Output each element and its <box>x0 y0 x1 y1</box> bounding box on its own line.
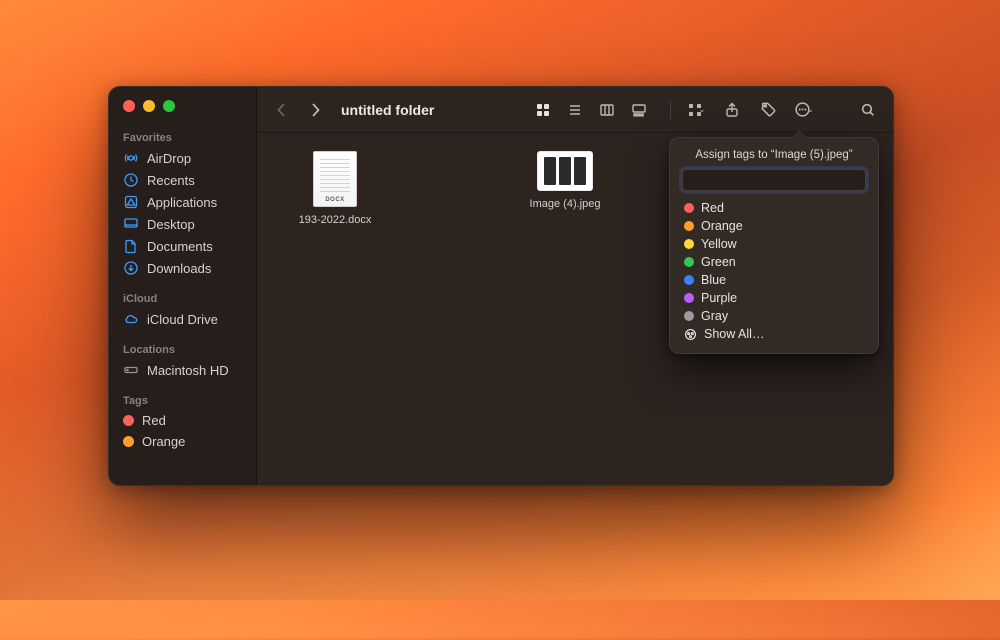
tag-dot-icon <box>684 257 694 267</box>
file-name: 193-2022.docx <box>299 214 372 226</box>
clock-icon <box>123 172 139 188</box>
sidebar-item-label: Red <box>142 413 166 428</box>
sidebar-item-icloud-drive[interactable]: iCloud Drive <box>109 308 256 330</box>
tag-dot-icon <box>123 415 134 426</box>
sidebar-section-tags: Tags <box>109 389 256 410</box>
tag-dot-icon <box>684 275 694 285</box>
sidebar: Favorites AirDrop Recents Applications D… <box>109 87 257 485</box>
doc-badge: DOCX <box>314 197 356 203</box>
tag-option-blue[interactable]: Blue <box>682 271 866 289</box>
tags-popover: Assign tags to “Image (5).jpeg” Red Oran… <box>669 137 879 354</box>
tag-label: Gray <box>701 309 728 323</box>
gallery-view-button[interactable] <box>626 98 652 122</box>
view-switcher <box>530 98 652 122</box>
sidebar-tag-red[interactable]: Red <box>109 410 256 431</box>
tag-option-gray[interactable]: Gray <box>682 307 866 325</box>
tag-label: Purple <box>701 291 737 305</box>
sidebar-item-label: Orange <box>142 434 185 449</box>
sidebar-section-locations: Locations <box>109 338 256 359</box>
share-button[interactable] <box>719 98 745 122</box>
tag-dot-icon <box>123 436 134 447</box>
sidebar-item-label: iCloud Drive <box>147 312 218 327</box>
tag-search-input[interactable] <box>682 169 866 191</box>
sidebar-item-downloads[interactable]: Downloads <box>109 257 256 279</box>
icon-view-button[interactable] <box>530 98 556 122</box>
tag-dot-icon <box>684 221 694 231</box>
desktop-icon <box>123 216 139 232</box>
tag-option-list: Red Orange Yellow Green Blue Purple Gray… <box>682 199 866 343</box>
tag-option-red[interactable]: Red <box>682 199 866 217</box>
window-title: untitled folder <box>341 102 434 118</box>
tag-option-green[interactable]: Green <box>682 253 866 271</box>
list-view-button[interactable] <box>562 98 588 122</box>
sidebar-section-favorites: Favorites <box>109 126 256 147</box>
sidebar-section-icloud: iCloud <box>109 287 256 308</box>
file-item[interactable]: Image (4).jpeg <box>515 151 615 210</box>
sidebar-item-label: Macintosh HD <box>147 363 229 378</box>
search-button[interactable] <box>855 98 881 122</box>
chevron-down-icon: ⌄ <box>699 105 706 114</box>
sidebar-item-label: Documents <box>147 239 213 254</box>
sidebar-item-desktop[interactable]: Desktop <box>109 213 256 235</box>
tag-label: Orange <box>701 219 743 233</box>
sidebar-item-label: Applications <box>147 195 217 210</box>
tag-label: Green <box>701 255 736 269</box>
zoom-window-button[interactable] <box>163 100 175 112</box>
group-by-button[interactable]: ⌄ <box>683 98 709 122</box>
tag-dot-icon <box>684 239 694 249</box>
sidebar-tag-orange[interactable]: Orange <box>109 431 256 452</box>
tag-label: Blue <box>701 273 726 287</box>
popover-title: Assign tags to “Image (5).jpeg” <box>682 149 866 161</box>
sidebar-item-airdrop[interactable]: AirDrop <box>109 147 256 169</box>
back-button[interactable] <box>269 98 293 122</box>
tag-dot-icon <box>684 311 694 321</box>
tag-label: Red <box>701 201 724 215</box>
file-thumbnail-docx: DOCX <box>313 151 357 207</box>
tag-label: Yellow <box>701 237 737 251</box>
tag-option-purple[interactable]: Purple <box>682 289 866 307</box>
sidebar-item-macintosh-hd[interactable]: Macintosh HD <box>109 359 256 381</box>
minimize-window-button[interactable] <box>143 100 155 112</box>
sidebar-item-documents[interactable]: Documents <box>109 235 256 257</box>
hard-drive-icon <box>123 362 139 378</box>
forward-button[interactable] <box>303 98 327 122</box>
toolbar: untitled folder ⌄ <box>257 87 893 133</box>
sidebar-item-label: Desktop <box>147 217 195 232</box>
downloads-icon <box>123 260 139 276</box>
file-name: Image (4).jpeg <box>530 198 601 210</box>
sidebar-item-applications[interactable]: Applications <box>109 191 256 213</box>
tag-option-yellow[interactable]: Yellow <box>682 235 866 253</box>
finder-window: Favorites AirDrop Recents Applications D… <box>108 86 894 486</box>
tag-option-orange[interactable]: Orange <box>682 217 866 235</box>
airdrop-icon <box>123 150 139 166</box>
sidebar-item-recents[interactable]: Recents <box>109 169 256 191</box>
file-area[interactable]: DOCX 193-2022.docx Image (4).jpeg Image … <box>257 133 893 485</box>
tag-dot-icon <box>684 293 694 303</box>
file-item[interactable]: DOCX 193-2022.docx <box>285 151 385 226</box>
column-view-button[interactable] <box>594 98 620 122</box>
sidebar-item-label: AirDrop <box>147 151 191 166</box>
sidebar-item-label: Recents <box>147 173 195 188</box>
file-thumbnail-image <box>537 151 593 191</box>
action-menu-button[interactable]: ⌄ <box>791 98 817 122</box>
applications-icon <box>123 194 139 210</box>
tag-show-all[interactable]: Show All… <box>682 325 866 343</box>
close-window-button[interactable] <box>123 100 135 112</box>
tags-button[interactable] <box>755 98 781 122</box>
document-icon <box>123 238 139 254</box>
sidebar-item-label: Downloads <box>147 261 211 276</box>
window-controls <box>109 96 256 126</box>
toolbar-separator <box>670 101 671 119</box>
main-pane: untitled folder ⌄ <box>257 87 893 485</box>
tag-label: Show All… <box>704 327 764 341</box>
tag-dot-icon <box>684 203 694 213</box>
chevron-down-icon: ⌄ <box>807 105 814 114</box>
cloud-icon <box>123 311 139 327</box>
all-tags-icon <box>684 328 697 341</box>
